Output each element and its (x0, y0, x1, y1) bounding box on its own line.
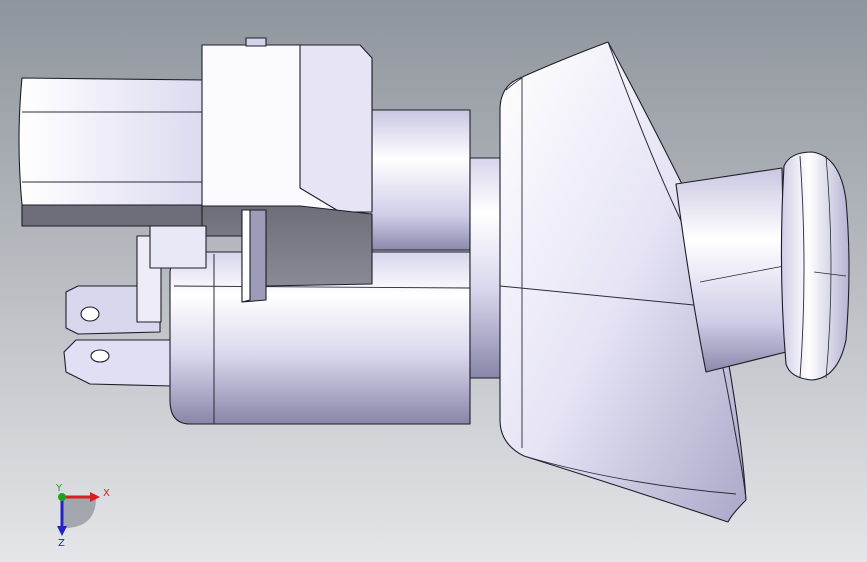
y-axis-label: Y (55, 483, 63, 494)
cad-3d-viewport[interactable]: X Y Z (0, 0, 867, 562)
z-axis-label: Z (58, 538, 65, 549)
terminal-hole-upper (80, 306, 100, 322)
connector-rib-face (241, 209, 251, 303)
connector-plug-shadow (21, 204, 207, 227)
knob-cap (780, 151, 850, 381)
terminal-blade-lower (63, 339, 173, 387)
upper-housing-cylinder (359, 109, 471, 251)
connector-lower-block (149, 225, 207, 269)
y-axis-marker (58, 493, 66, 501)
connector-latch (299, 44, 373, 213)
terminal-hole-lower (90, 349, 110, 363)
x-axis-label: X (103, 488, 110, 499)
connector-plug (18, 77, 207, 206)
connector-tab (245, 37, 267, 47)
